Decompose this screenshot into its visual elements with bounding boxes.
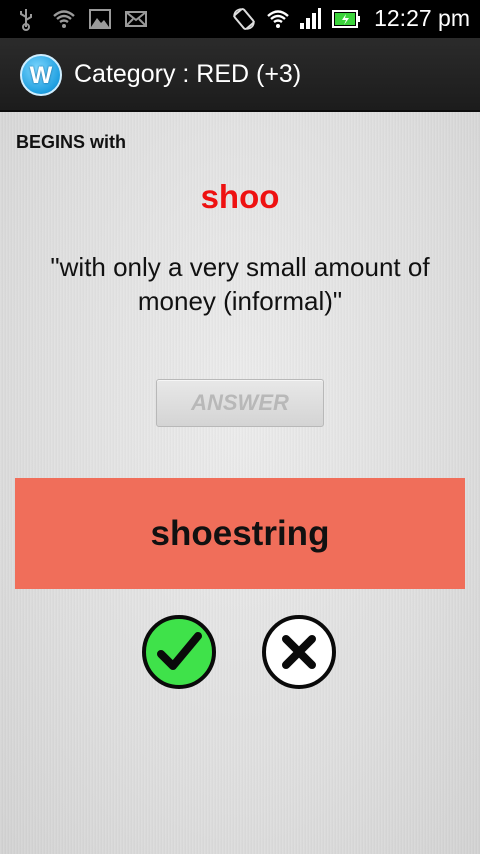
answer-display: shoestring <box>15 478 465 589</box>
battery-icon <box>332 10 360 28</box>
action-bar: W Category : RED (+3) <box>0 38 480 112</box>
answer-button[interactable]: ANSWER <box>156 379 324 427</box>
cell-signal-icon <box>300 8 321 29</box>
image-icon <box>89 9 111 29</box>
mail-icon <box>125 11 147 27</box>
status-bar: 12:27 pm <box>0 0 480 38</box>
prefix-word: shoo <box>200 178 280 215</box>
usb-icon <box>20 9 32 31</box>
status-time: 12:27 pm <box>374 5 470 31</box>
correct-check-icon[interactable] <box>141 614 217 690</box>
app-logo-icon[interactable]: W <box>20 54 62 96</box>
wrong-close-icon[interactable] <box>261 614 337 690</box>
word-definition: "with only a very small amount of money … <box>50 252 430 316</box>
rotate-icon <box>233 8 255 30</box>
wifi-icon <box>53 10 75 28</box>
quiz-content: BEGINS with shoo "with only a very small… <box>0 112 480 854</box>
app-logo-letter: W <box>29 62 53 89</box>
begins-with-label: BEGINS with <box>16 132 127 152</box>
wifi-signal-icon <box>267 10 289 28</box>
category-title: Category : RED (+3) <box>74 60 302 88</box>
